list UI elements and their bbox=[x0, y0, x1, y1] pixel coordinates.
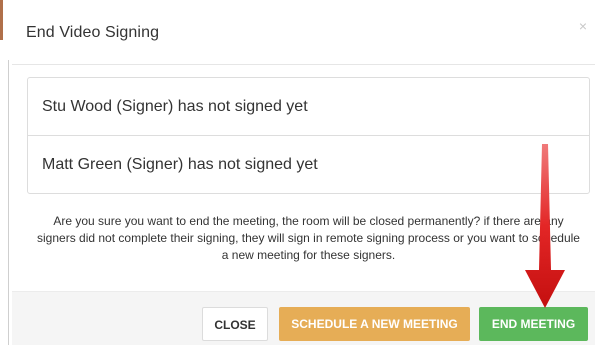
close-button[interactable]: CLOSE bbox=[202, 307, 268, 341]
background-page-edge bbox=[0, 0, 3, 40]
page: End Video Signing × Stu Wood (Signer) ha… bbox=[0, 0, 595, 345]
modal-title: End Video Signing bbox=[26, 24, 160, 41]
background-page-divider bbox=[8, 60, 9, 345]
schedule-new-meeting-button[interactable]: SCHEDULE A NEW MEETING bbox=[279, 307, 470, 341]
end-meeting-button[interactable]: END MEETING bbox=[479, 307, 588, 341]
close-icon[interactable]: × bbox=[579, 18, 587, 34]
end-video-signing-modal: End Video Signing × Stu Wood (Signer) ha… bbox=[12, 0, 595, 345]
modal-header: End Video Signing × bbox=[12, 0, 595, 65]
confirmation-message: Are you sure you want to end the meeting… bbox=[37, 214, 580, 262]
signer-list: Stu Wood (Signer) has not signed yet Mat… bbox=[27, 77, 590, 194]
list-item: Stu Wood (Signer) has not signed yet bbox=[42, 98, 308, 115]
list-item: Matt Green (Signer) has not signed yet bbox=[28, 135, 589, 193]
modal-footer: CLOSE SCHEDULE A NEW MEETING END MEETING bbox=[12, 291, 595, 345]
